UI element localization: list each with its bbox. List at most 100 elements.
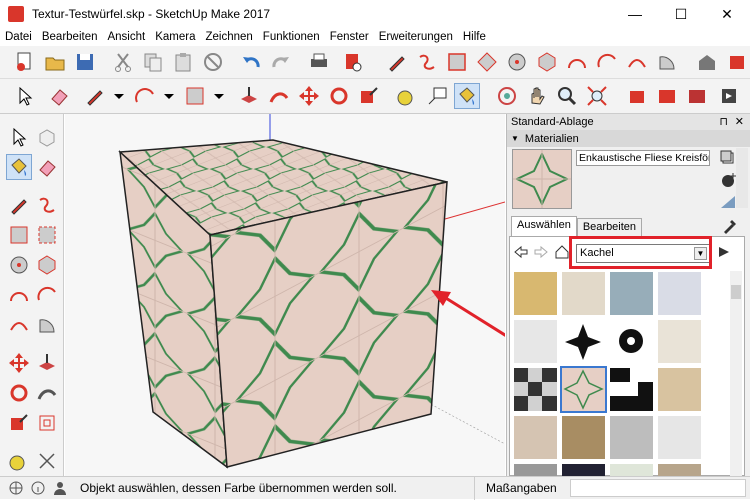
polygon-palette-icon[interactable] (34, 252, 60, 278)
line-palette-icon[interactable] (6, 192, 32, 218)
circle-palette-icon[interactable] (6, 252, 32, 278)
info-icon[interactable] (30, 480, 46, 496)
move-palette-icon[interactable] (6, 350, 32, 376)
new-file-icon[interactable] (12, 49, 38, 75)
swatch-grey-tile[interactable] (610, 416, 653, 459)
swatch-dark-grey-tile[interactable] (514, 464, 557, 476)
swatch-black-medallion-tile[interactable] (610, 320, 653, 363)
swatch-tan-tile[interactable] (658, 368, 701, 411)
close-button[interactable]: ✕ (704, 0, 750, 28)
pie-icon[interactable] (654, 49, 680, 75)
menu-hilfe[interactable]: Hilfe (458, 31, 491, 43)
forward-arrow-icon[interactable] (534, 245, 548, 262)
materials-section-header[interactable]: ▼ Materialien (507, 130, 750, 147)
pin-icon[interactable]: ⊓ (719, 115, 728, 128)
swatch-black-star-tile[interactable] (562, 320, 605, 363)
swatch-blue-grey-tile[interactable] (610, 272, 653, 315)
components-icon[interactable] (624, 83, 650, 109)
swatch-beige-tile[interactable] (562, 272, 605, 315)
three-point-arc-icon[interactable] (624, 49, 650, 75)
maximize-button[interactable]: ☐ (658, 0, 704, 28)
tab-bearbeiten[interactable]: Bearbeiten (576, 218, 643, 236)
swatch-hex-tile[interactable] (658, 416, 701, 459)
rotated-rectangle-icon[interactable] (474, 49, 500, 75)
display-secondary-icon[interactable] (719, 150, 737, 166)
model-info-icon[interactable] (340, 49, 366, 75)
create-material-icon[interactable] (719, 172, 737, 188)
materials-browser-icon[interactable] (654, 83, 680, 109)
print-icon[interactable] (306, 49, 332, 75)
rotated-rect-palette-icon[interactable] (34, 222, 60, 248)
menu-bearbeiten[interactable]: Bearbeiten (37, 31, 103, 43)
swatch-sand-tile[interactable] (514, 272, 557, 315)
rotate-icon[interactable] (326, 83, 352, 109)
swatch-marble-tile[interactable] (658, 272, 701, 315)
eraser-icon[interactable] (46, 83, 72, 109)
swatch-brown-tile[interactable] (658, 464, 701, 476)
measurements-input[interactable] (570, 479, 746, 497)
circle-icon[interactable] (504, 49, 530, 75)
swatch-light-green-tile[interactable] (610, 464, 653, 476)
layout-icon[interactable] (716, 83, 742, 109)
text-label-icon[interactable] (424, 83, 450, 109)
details-arrow-icon[interactable] (716, 244, 732, 263)
menu-fenster[interactable]: Fenster (325, 31, 374, 43)
save-icon[interactable] (72, 49, 98, 75)
menu-kamera[interactable]: Kamera (150, 31, 200, 43)
erase-icon[interactable] (200, 49, 226, 75)
select-tool-icon[interactable] (6, 124, 32, 150)
rectangle-icon[interactable] (444, 49, 470, 75)
swatch-cream-tile[interactable] (658, 320, 701, 363)
modeling-viewport[interactable] (65, 114, 505, 476)
two-point-arc-icon[interactable] (594, 49, 620, 75)
zoom-icon[interactable] (554, 83, 580, 109)
freehand-icon[interactable] (414, 49, 440, 75)
swatch-scrollbar[interactable] (730, 271, 742, 476)
shape-tool-icon[interactable] (182, 83, 208, 109)
pan-icon[interactable] (524, 83, 550, 109)
menu-funktionen[interactable]: Funktionen (258, 31, 325, 43)
eraser-tool-icon[interactable] (34, 154, 60, 180)
orbit-icon[interactable] (494, 83, 520, 109)
polygon-icon[interactable] (534, 49, 560, 75)
three-point-arc-palette-icon[interactable] (6, 312, 32, 338)
line-tool-icon[interactable] (82, 83, 108, 109)
warehouse-icon[interactable] (694, 49, 720, 75)
pie-palette-icon[interactable] (34, 312, 60, 338)
follow-me-palette-icon[interactable] (34, 380, 60, 406)
home-icon[interactable] (554, 244, 570, 263)
geo-location-icon[interactable] (8, 480, 24, 496)
open-folder-icon[interactable] (42, 49, 68, 75)
minimize-button[interactable]: — (612, 0, 658, 28)
scale-palette-icon[interactable] (6, 410, 32, 436)
tape-measure-palette-icon[interactable] (6, 448, 32, 474)
arc-dropdown-icon[interactable] (156, 83, 182, 109)
user-icon[interactable] (52, 480, 68, 496)
redo-icon[interactable] (268, 49, 294, 75)
swatch-navy-tile[interactable] (562, 464, 605, 476)
tray-scrollbar[interactable] (736, 148, 748, 208)
line-dropdown-icon[interactable] (106, 83, 132, 109)
axes-palette-icon[interactable] (34, 448, 60, 474)
swatch-diamond-tile[interactable] (562, 416, 605, 459)
paste-icon[interactable] (170, 49, 196, 75)
paint-bucket-tool-icon[interactable] (6, 154, 32, 180)
arc-icon[interactable] (564, 49, 590, 75)
make-component-icon[interactable] (34, 124, 60, 150)
tab-auswaehlen[interactable]: Auswählen (511, 216, 577, 236)
zoom-extents-icon[interactable] (584, 83, 610, 109)
cut-icon[interactable] (110, 49, 136, 75)
default-material-icon[interactable] (719, 194, 737, 210)
undo-icon[interactable] (238, 49, 264, 75)
push-pull-icon[interactable] (236, 83, 262, 109)
rotate-palette-icon[interactable] (6, 380, 32, 406)
offset-palette-icon[interactable] (34, 410, 60, 436)
copy-icon[interactable] (140, 49, 166, 75)
push-pull-palette-icon[interactable] (34, 350, 60, 376)
material-name-field[interactable]: Enkaustische Fliese Kreisförmig (576, 150, 710, 166)
arc-palette-icon[interactable] (6, 282, 32, 308)
freehand-palette-icon[interactable] (34, 192, 60, 218)
menu-erweiterungen[interactable]: Erweiterungen (374, 31, 458, 43)
tray-close-icon[interactable]: ✕ (735, 115, 744, 128)
swatch-white-marble-tile[interactable] (514, 320, 557, 363)
